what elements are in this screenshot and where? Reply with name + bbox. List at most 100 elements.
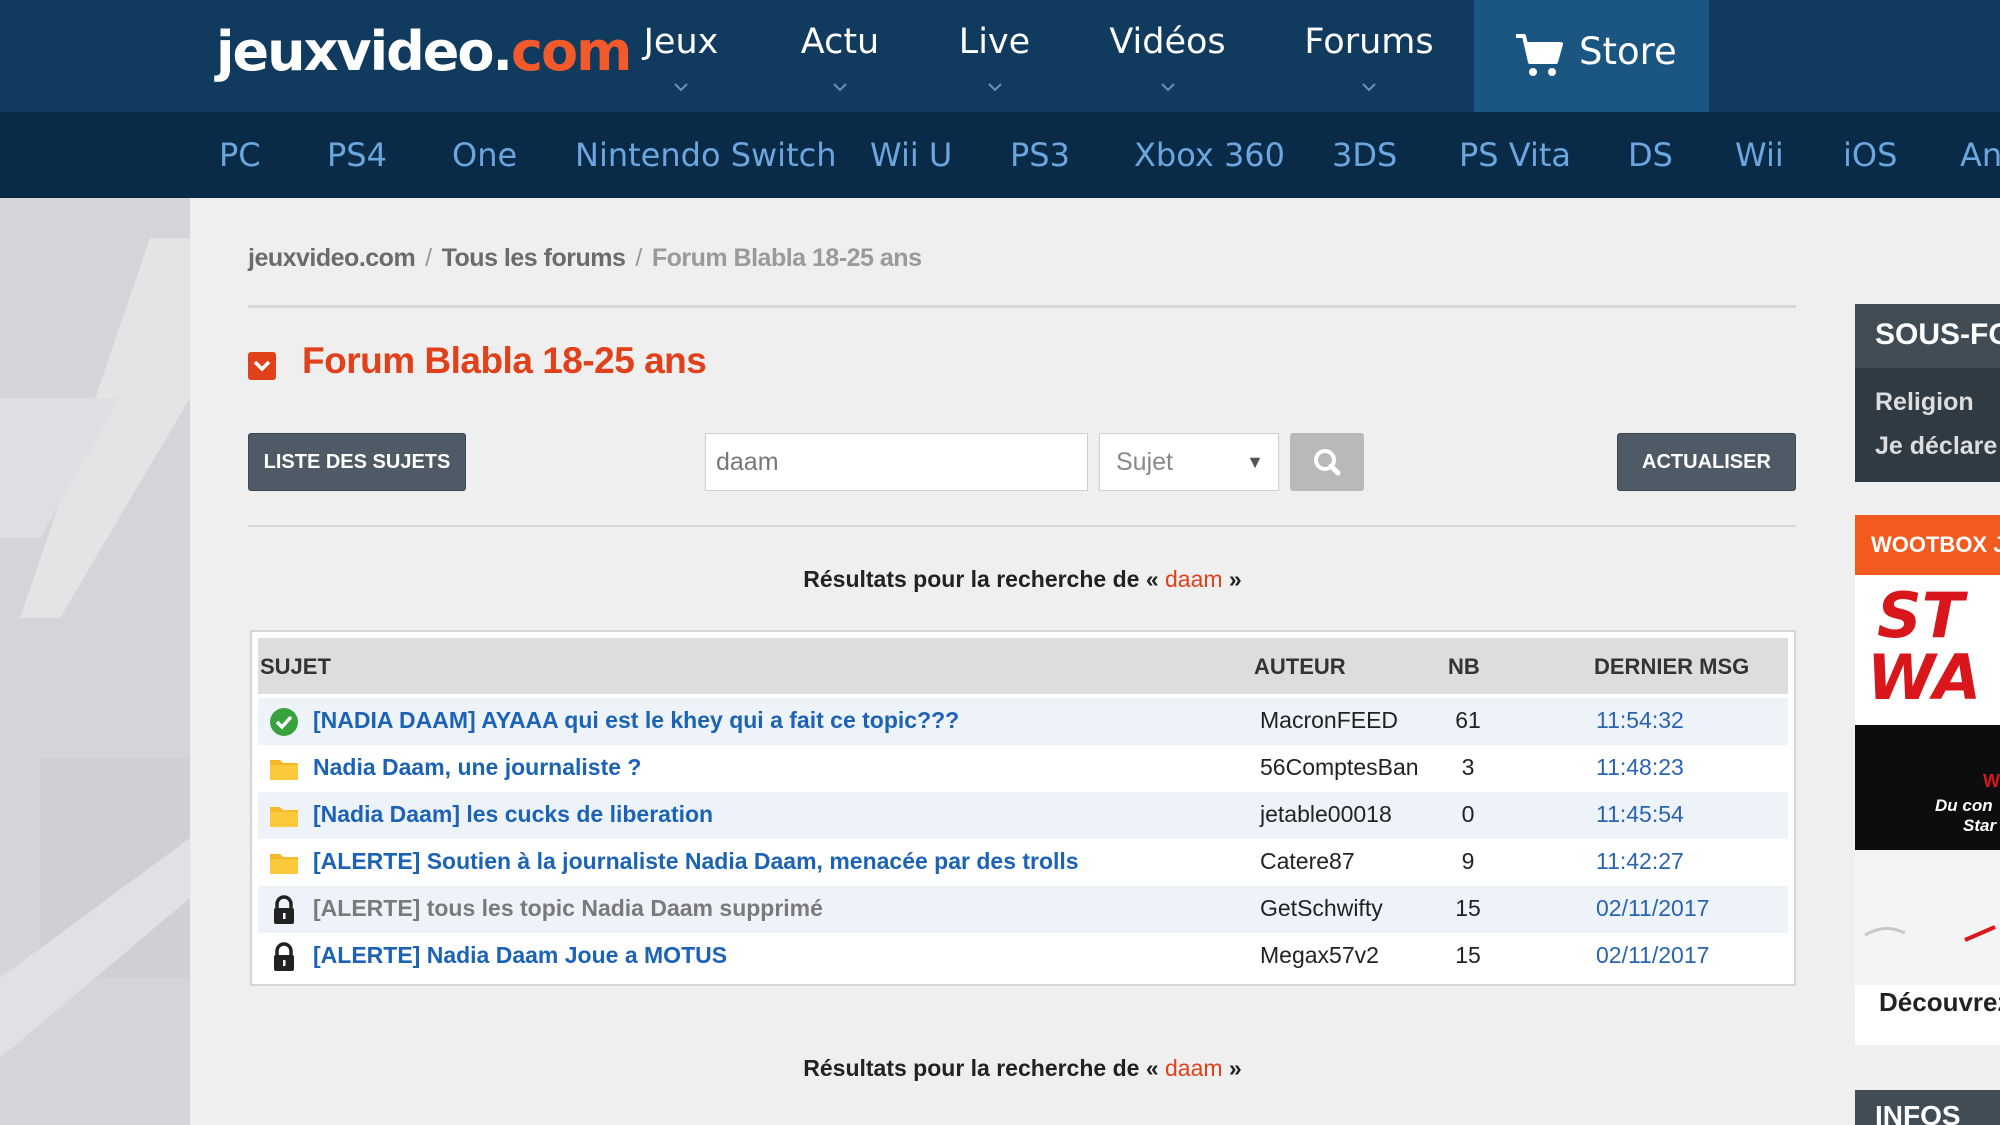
search-results-footer: Résultats pour la recherche de « daam » [0, 1055, 2000, 1082]
column-count: NB [1448, 654, 1480, 679]
chevron-down-icon [1362, 83, 1376, 92]
refresh-button[interactable]: ACTUALISER [1617, 433, 1796, 491]
collapse-icon[interactable] [248, 352, 276, 380]
platform-3ds[interactable]: 3DS [1332, 136, 1397, 174]
platform-ps4[interactable]: PS4 [327, 136, 387, 174]
topic-last-message[interactable]: 11:42:27 [1596, 848, 1684, 875]
platform-pc[interactable]: PC [219, 136, 261, 174]
platform-ios[interactable]: iOS [1843, 136, 1897, 174]
column-author: AUTEUR [1254, 654, 1346, 679]
chevron-down-icon [987, 83, 1002, 92]
topic-last-message[interactable]: 02/11/2017 [1596, 942, 1709, 969]
topic-link[interactable]: [ALERTE] tous les topic Nadia Daam suppr… [313, 895, 823, 922]
topic-author[interactable]: jetable00018 [1260, 801, 1392, 828]
promo-text: WO [1983, 771, 2000, 791]
folder-icon [270, 760, 298, 780]
nav-live-label: Live [958, 22, 1031, 62]
nav-videos[interactable]: Vidéos [1100, 0, 1235, 112]
topic-link[interactable]: [Nadia Daam] les cucks de liberation [313, 801, 713, 828]
topic-link[interactable]: [NADIA DAAM] AYAAA qui est le khey qui a… [313, 707, 959, 734]
page-title: Forum Blabla 18-25 ans [302, 340, 707, 381]
promo-image[interactable]: ST WA WO Du con Star [1855, 575, 2000, 985]
topic-author[interactable]: GetSchwifty [1260, 895, 1383, 922]
platform-ds[interactable]: DS [1628, 136, 1673, 174]
dropdown-arrow-icon: ▼ [1246, 452, 1264, 472]
nav-jeux-label: Jeux [643, 22, 719, 62]
topic-count: 61 [1455, 707, 1481, 733]
breadcrumb: jeuxvideo.com / Tous les forums / Forum Blab… [248, 244, 922, 273]
promo-panel[interactable]: WOOTBOX JE ST WA WO Du con Star Découvre… [1855, 515, 2000, 1045]
lock-icon [274, 895, 294, 924]
platform-wii[interactable]: Wii [1735, 136, 1784, 174]
topic-author[interactable]: Megax57v2 [1260, 942, 1379, 969]
topic-link[interactable]: [ALERTE] Nadia Daam Joue a MOTUS [313, 942, 727, 969]
svg-text:WA: WA [1867, 641, 1981, 714]
platform-bar: PC PS4 One Nintendo Switch Wii U PS3 Xbo… [0, 112, 2000, 198]
table-row[interactable]: [Nadia Daam] les cucks de liberation jet… [258, 792, 1788, 839]
platform-switch[interactable]: Nintendo Switch [575, 136, 836, 174]
results-query[interactable]: daam [1165, 566, 1223, 592]
table-row[interactable]: [ALERTE] Nadia Daam Joue a MOTUS Megax57… [258, 933, 1788, 980]
results-suffix: » [1222, 1055, 1242, 1081]
chevron-down-icon [833, 83, 847, 92]
cart-icon [1516, 34, 1563, 76]
search-type-select[interactable]: Sujet ▼ [1099, 433, 1279, 491]
nav-forums-label: Forums [1304, 22, 1434, 62]
search-icon [1314, 449, 1341, 476]
store-button[interactable]: Store [1474, 0, 1709, 112]
nav-forums[interactable]: Forums [1300, 0, 1438, 112]
topic-list-button[interactable]: LISTE DES SUJETS [248, 433, 466, 491]
promo-text: Du con [1935, 796, 1993, 815]
table-row[interactable]: [ALERTE] tous les topic Nadia Daam suppr… [258, 886, 1788, 933]
table-row[interactable]: [ALERTE] Soutien à la journaliste Nadia … [258, 839, 1788, 886]
platform-more[interactable]: An [1960, 136, 2000, 174]
table-header: SUJET AUTEUR NB DERNIER MSG [258, 638, 1788, 694]
platform-psvita[interactable]: PS Vita [1459, 136, 1571, 174]
lock-icon [274, 942, 294, 971]
topic-last-message[interactable]: 11:54:32 [1596, 707, 1684, 734]
divider [248, 305, 1796, 308]
nav-jeux[interactable]: Jeux [630, 0, 732, 112]
platform-wiiu[interactable]: Wii U [870, 136, 952, 174]
topic-last-message[interactable]: 11:45:54 [1596, 801, 1684, 828]
topic-count: 3 [1461, 754, 1475, 780]
results-prefix: Résultats pour la recherche de « [803, 1055, 1165, 1081]
nav-actu[interactable]: Actu [790, 0, 890, 112]
subforum-link[interactable]: Je déclare [1875, 432, 1997, 461]
table-row[interactable]: [NADIA DAAM] AYAAA qui est le khey qui a… [258, 698, 1788, 745]
site-logo[interactable]: jeuxvideo.com [216, 20, 632, 84]
breadcrumb-home[interactable]: jeuxvideo.com [248, 244, 416, 272]
search-type-value: Sujet [1116, 448, 1173, 476]
search-input[interactable]: daam [705, 433, 1088, 491]
table-row[interactable]: Nadia Daam, une journaliste ? 56ComptesB… [258, 745, 1788, 792]
promo-title: WOOTBOX JE [1855, 515, 2000, 575]
platform-xbox360[interactable]: Xbox 360 [1134, 136, 1285, 174]
store-label: Store [1579, 30, 1677, 73]
search-button[interactable] [1290, 433, 1364, 491]
nav-live[interactable]: Live [947, 0, 1042, 112]
topic-count: 15 [1455, 942, 1481, 968]
topic-link[interactable]: Nadia Daam, une journaliste ? [313, 754, 641, 781]
column-last-message: DERNIER MSG [1594, 654, 1750, 679]
topic-last-message[interactable]: 02/11/2017 [1596, 895, 1709, 922]
topic-author[interactable]: 56ComptesBan [1260, 754, 1419, 781]
platform-ps3[interactable]: PS3 [1010, 136, 1070, 174]
topic-author[interactable]: MacronFEED [1260, 707, 1398, 734]
topics-table: SUJET AUTEUR NB DERNIER MSG [NADIA DAAM]… [250, 630, 1796, 986]
nav-videos-label: Vidéos [1109, 22, 1226, 62]
topic-link[interactable]: [ALERTE] Soutien à la journaliste Nadia … [313, 848, 1079, 875]
top-nav: jeuxvideo.com Jeux Actu Live Vidéos Foru… [0, 0, 2000, 112]
infos-panel-title: INFOS [1855, 1090, 2000, 1125]
results-query[interactable]: daam [1165, 1055, 1223, 1081]
breadcrumb-forums[interactable]: Tous les forums [442, 244, 626, 272]
topic-author[interactable]: Catere87 [1260, 848, 1355, 875]
column-subject: SUJET [260, 654, 331, 679]
topic-last-message[interactable]: 11:48:23 [1596, 754, 1684, 781]
results-prefix: Résultats pour la recherche de « [803, 566, 1165, 592]
promo-cta[interactable]: Découvrez [1879, 987, 2000, 1018]
breadcrumb-separator: / [425, 244, 432, 272]
subforums-title: SOUS-FO [1855, 304, 2000, 368]
check-icon [270, 708, 298, 736]
platform-one[interactable]: One [452, 136, 517, 174]
subforum-link[interactable]: Religion [1875, 388, 1974, 417]
